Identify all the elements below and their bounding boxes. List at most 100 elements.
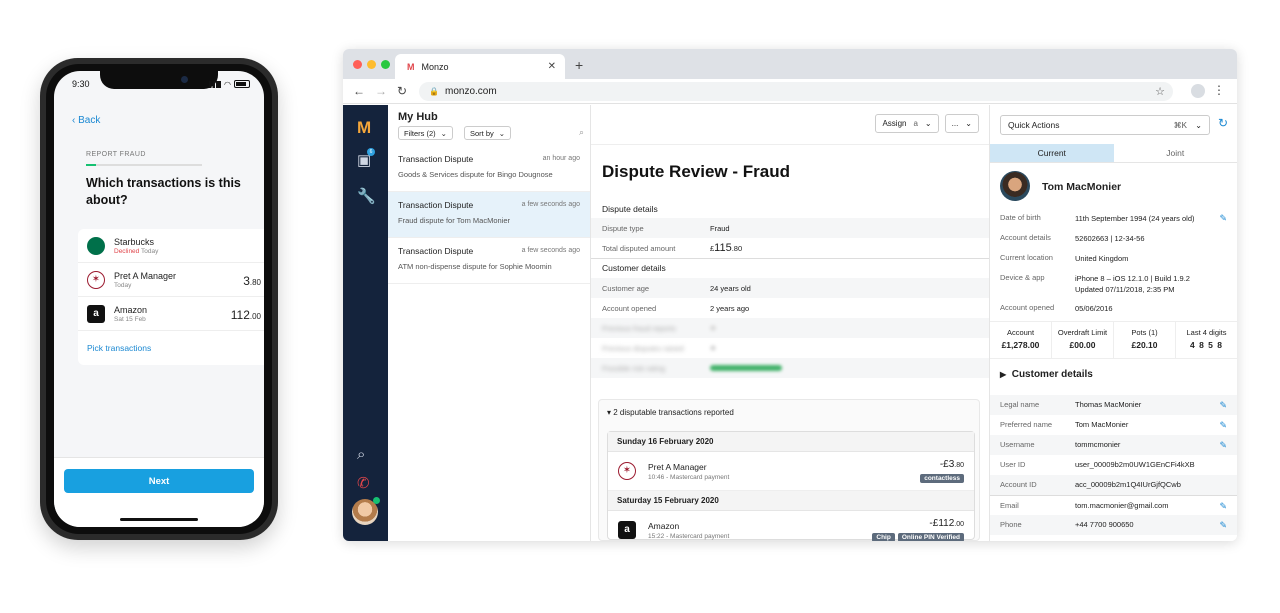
more-dropdown[interactable]: ... ⌄: [944, 114, 979, 133]
forward-arrow-icon[interactable]: →: [375, 84, 387, 98]
tag-list: contactless: [920, 474, 964, 483]
hub-list-item-selected[interactable]: Transaction Dispute a few seconds ago Fr…: [388, 192, 590, 238]
kv-location: Current location United Kingdom: [1000, 253, 1129, 263]
field-value: user_00009b2m0UW1GEnCFi4kXB: [1075, 460, 1195, 469]
transaction-name: Starbucks: [114, 236, 155, 247]
transaction-amount: 112.00: [230, 308, 261, 322]
phone-icon[interactable]: ✆: [357, 474, 370, 492]
search-icon[interactable]: ⌕: [357, 446, 365, 463]
kv-account-opened: Account opened 2 years ago: [602, 303, 750, 313]
transaction-row-pret[interactable]: ✶ Pret A Manager Today 3.80: [78, 263, 264, 297]
battery-icon: [234, 80, 250, 88]
shortcut-label: ⌘K: [1173, 120, 1187, 130]
field-value: acc_00009b2m1Q4IUrGjfQCwb: [1075, 480, 1181, 489]
report-fraud-label: REPORT FRAUD: [86, 151, 146, 158]
stat-last-digits: Last 4 digits 4 8 5 8: [1186, 328, 1227, 350]
back-arrow-icon[interactable]: ←: [353, 84, 365, 98]
transaction-date: Sat 15 Feb: [114, 315, 146, 323]
transaction-row-starbucks[interactable]: Starbucks Declined Today: [78, 229, 264, 263]
edit-pencil-icon[interactable]: ✎: [1219, 395, 1227, 415]
page-title: Dispute Review - Fraud: [602, 162, 790, 181]
day-header: Sunday 16 February 2020: [608, 432, 974, 452]
inbox-badge: 6: [367, 148, 375, 156]
transaction-date: Today: [141, 247, 159, 255]
field-value: Tom MacMonier: [1075, 420, 1129, 429]
field-value: Flat 1, 230 City Road: [1075, 535, 1145, 541]
tab-current[interactable]: Current: [990, 144, 1114, 163]
url-input[interactable]: 🔒 monzo.com ☆: [419, 82, 1173, 101]
signal-icon: [209, 80, 222, 88]
filters-dropdown[interactable]: Filters (2) ⌄: [398, 126, 453, 140]
dispute-transaction-row[interactable]: a Amazon 15:22 - Mastercard payment -£11…: [608, 511, 974, 541]
customer-details-toggle[interactable]: ▶ Customer details: [1000, 369, 1093, 380]
quick-actions-input[interactable]: Quick Actions ⌘K ⌄: [1000, 115, 1210, 135]
edit-pencil-icon[interactable]: ✎: [1219, 213, 1227, 224]
progress-fill: [86, 164, 97, 166]
refresh-icon[interactable]: ↻: [1218, 116, 1228, 130]
browser-tab[interactable]: M Monzo ✕: [395, 54, 565, 79]
tag-chip: Chip: [872, 533, 895, 541]
edit-pencil-icon[interactable]: ✎: [1219, 435, 1227, 455]
reload-icon[interactable]: ↻: [397, 84, 407, 98]
hub-item-time: a few seconds ago: [521, 247, 580, 254]
new-tab-icon[interactable]: +: [575, 57, 583, 73]
maximize-window-dot[interactable]: [381, 60, 390, 69]
transaction-amount: -£3.80: [939, 459, 964, 470]
customer-sidebar: Quick Actions ⌘K ⌄ ↻ Current Joint Tom M…: [989, 105, 1237, 541]
profile-avatar[interactable]: [1191, 84, 1205, 98]
phone-screen: 9:30 ◠ ‹ Back REPORT FRAUD Which transac…: [54, 71, 264, 527]
hub-item-desc: ATM non-dispense dispute for Sophie Moom…: [398, 262, 552, 271]
dispute-transaction-list: Sunday 16 February 2020 ✶ Pret A Manager…: [607, 431, 975, 541]
wrench-icon[interactable]: 🔧: [357, 187, 376, 205]
customer-field-row: Address Flat 1, 230 City Road ✎: [990, 535, 1237, 541]
quick-actions-label: Quick Actions: [1008, 120, 1060, 130]
assign-dropdown[interactable]: Assign a ⌄: [875, 114, 939, 133]
sort-dropdown[interactable]: Sort by ⌄: [464, 126, 512, 140]
edit-pencil-icon[interactable]: ✎: [1219, 496, 1227, 516]
transaction-row-amazon[interactable]: a Amazon Sat 15 Feb 112.00: [78, 297, 264, 331]
chevron-down-icon: ⌄: [965, 119, 972, 128]
kv-device: Device & app iPhone 8 – iOS 12.1.0 | Buil…: [1000, 273, 1190, 294]
more-label: ...: [951, 119, 959, 128]
bookmark-star-icon[interactable]: ☆: [1155, 85, 1165, 98]
transaction-date: Today: [114, 281, 132, 289]
hub-item-time: an hour ago: [542, 155, 580, 162]
caret-right-icon: ▶: [1000, 370, 1007, 379]
edit-pencil-icon[interactable]: ✎: [1219, 415, 1227, 435]
menu-kebab-icon[interactable]: ⋮: [1213, 83, 1225, 97]
next-button[interactable]: Next: [64, 469, 254, 493]
disputable-transactions-panel: ▾ 2 disputable transactions reported Sun…: [598, 399, 980, 541]
online-status-dot: [373, 497, 380, 504]
account-tabs: Current Joint: [990, 144, 1237, 163]
close-tab-icon[interactable]: ✕: [548, 61, 556, 72]
kv-dispute-type: Dispute type Fraud: [591, 218, 989, 238]
tab-joint[interactable]: Joint: [1113, 144, 1237, 163]
section-dispute-details: Dispute details: [602, 204, 658, 214]
search-icon[interactable]: ⌕: [579, 127, 584, 138]
monzo-logo-icon[interactable]: M: [357, 118, 371, 138]
dispute-transaction-row[interactable]: ✶ Pret A Manager 10:46 - Mastercard paym…: [608, 452, 974, 491]
edit-pencil-icon[interactable]: ✎: [1219, 515, 1227, 535]
field-value: tom.macmonier@gmail.com: [1075, 501, 1169, 510]
hub-title: My Hub: [398, 111, 438, 123]
minimize-window-dot[interactable]: [367, 60, 376, 69]
app-body: M ▣ 6 🔧 ⌕ ✆ My Hub Filters (2) ⌄ Sort by ⌄…: [343, 105, 1237, 541]
kv-account-details: Account details 52602663 | 12-34-56: [1000, 233, 1145, 243]
close-window-dot[interactable]: [353, 60, 362, 69]
pick-transactions-link[interactable]: Pick transactions: [78, 331, 264, 365]
chevron-down-icon: ⌄: [1195, 120, 1202, 130]
tag-contactless: contactless: [920, 474, 964, 483]
field-label: User ID: [1000, 460, 1026, 469]
disputable-label: 2 disputable transactions reported: [613, 408, 734, 417]
field-value: tommcmonier: [1075, 440, 1121, 449]
customer-name: Tom MacMonier: [1042, 181, 1122, 193]
edit-pencil-icon[interactable]: ✎: [1219, 535, 1227, 541]
disputable-toggle[interactable]: ▾ 2 disputable transactions reported: [607, 408, 734, 417]
kv-dob: Date of birth 11th September 1994 (24 yea…: [1000, 213, 1227, 224]
back-button[interactable]: ‹ Back: [72, 115, 100, 126]
url-text: monzo.com: [445, 86, 497, 97]
tab-title: Monzo: [421, 61, 449, 72]
declined-label: Declined: [114, 247, 140, 255]
hub-list-item[interactable]: Transaction Dispute an hour ago Goods & …: [388, 146, 590, 192]
hub-list-item[interactable]: Transaction Dispute a few seconds ago AT…: [388, 238, 590, 284]
